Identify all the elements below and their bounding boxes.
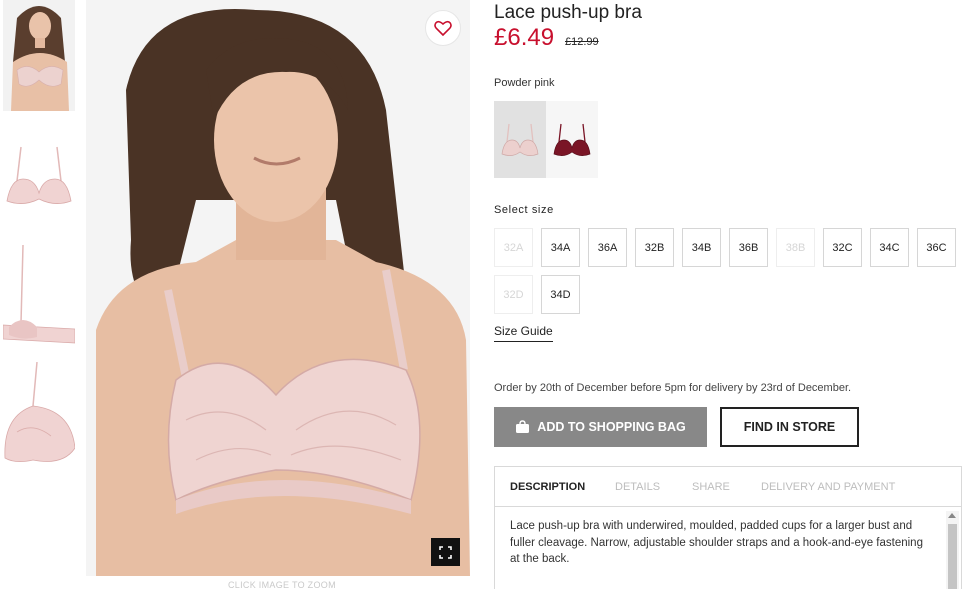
size-34c[interactable]: 34C: [870, 228, 909, 267]
product-tabs-panel: DESCRIPTION DETAILS SHARE DELIVERY AND P…: [494, 466, 962, 589]
thumbnail-model[interactable]: [3, 0, 75, 111]
size-34d[interactable]: 34D: [541, 275, 580, 314]
size-guide-link[interactable]: Size Guide: [494, 324, 553, 342]
tab-share[interactable]: SHARE: [692, 481, 730, 493]
tab-bar: DESCRIPTION DETAILS SHARE DELIVERY AND P…: [495, 467, 961, 507]
select-size-label: Select size: [494, 204, 554, 216]
scroll-up-arrow-icon[interactable]: [948, 513, 956, 518]
size-36a[interactable]: 36A: [588, 228, 627, 267]
thumbnail-side-image: [3, 243, 75, 346]
thumbnail-model-image: [3, 0, 75, 111]
product-old-price: £12.99: [565, 36, 599, 48]
size-32b[interactable]: 32B: [635, 228, 674, 267]
swatch-powder-pink[interactable]: [494, 101, 546, 178]
description-text: Lace push-up bra with underwired, moulde…: [510, 520, 923, 565]
zoom-hint: CLICK IMAGE TO ZOOM: [228, 580, 336, 589]
find-in-store-button[interactable]: FIND IN STORE: [720, 407, 859, 447]
delivery-note: Order by 20th of December before 5pm for…: [494, 382, 852, 394]
swatch-powder-pink-image: [501, 123, 539, 156]
size-34a[interactable]: 34A: [541, 228, 580, 267]
selected-color-name: Powder pink: [494, 77, 555, 89]
thumbnail-front-image: [3, 143, 75, 211]
thumbnail-side[interactable]: [3, 243, 75, 346]
size-36b[interactable]: 36B: [729, 228, 768, 267]
wishlist-button[interactable]: [425, 10, 461, 46]
tab-delivery-payment[interactable]: DELIVERY AND PAYMENT: [761, 481, 895, 493]
product-photo: [86, 0, 470, 576]
size-38b: 38B: [776, 228, 815, 267]
tab-description[interactable]: DESCRIPTION: [510, 481, 585, 493]
product-price: £6.49: [494, 24, 555, 51]
thumbnail-back-image: [3, 362, 75, 466]
size-32d: 32D: [494, 275, 533, 314]
size-36c[interactable]: 36C: [917, 228, 956, 267]
add-to-bag-label: ADD TO SHOPPING BAG: [537, 420, 686, 434]
scroll-thumb[interactable]: [948, 524, 957, 589]
tab-details[interactable]: DETAILS: [615, 481, 660, 493]
product-title: Lace push-up bra: [494, 2, 642, 23]
main-product-image[interactable]: [86, 0, 470, 576]
zoom-button[interactable]: [431, 538, 460, 566]
size-32a: 32A: [494, 228, 533, 267]
swatch-burgundy[interactable]: [546, 101, 598, 178]
shopping-bag-icon: [516, 420, 530, 433]
fullscreen-icon: [439, 545, 452, 559]
thumbnail-back[interactable]: [3, 362, 75, 466]
swatch-burgundy-image: [553, 123, 591, 156]
heart-icon: [434, 20, 452, 36]
thumbnail-front[interactable]: [3, 143, 75, 211]
size-32c[interactable]: 32C: [823, 228, 862, 267]
description-scrollbar[interactable]: [946, 511, 959, 589]
add-to-bag-button[interactable]: ADD TO SHOPPING BAG: [494, 407, 707, 447]
size-34b[interactable]: 34B: [682, 228, 721, 267]
